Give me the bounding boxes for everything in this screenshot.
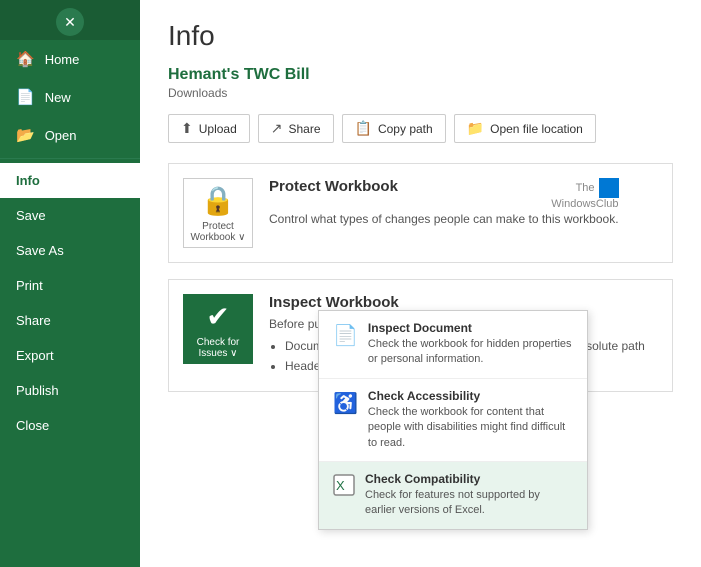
windows-logo — [599, 178, 619, 198]
share-icon: ↗ — [271, 120, 283, 137]
check-compatibility-content: Check Compatibility Check for features n… — [365, 472, 573, 519]
svg-text:X: X — [336, 478, 345, 493]
lock-icon: 🔒 — [201, 184, 236, 217]
sidebar-item-home[interactable]: 🏠 Home — [0, 40, 140, 78]
inspect-doc-icon: 📄 — [333, 323, 358, 348]
page-title: Info — [168, 20, 673, 52]
sidebar-top: ✕ — [0, 0, 140, 40]
protect-workbook-desc: Control what types of changes people can… — [269, 210, 619, 228]
inspect-document-content: Inspect Document Check the workbook for … — [368, 321, 573, 368]
open-icon: 📂 — [16, 126, 35, 144]
watermark: The WindowsClub — [551, 178, 618, 210]
check-issues-dropdown: 📄 Inspect Document Check the workbook fo… — [318, 310, 588, 530]
sidebar-item-publish[interactable]: Publish — [0, 373, 140, 408]
sidebar-item-save[interactable]: Save — [0, 198, 140, 233]
folder-icon: 📁 — [467, 120, 484, 137]
upload-button[interactable]: ⬆ Upload — [168, 114, 250, 143]
action-buttons: ⬆ Upload ↗ Share 📋 Copy path 📁 Open file… — [168, 114, 673, 143]
sidebar-item-open[interactable]: 📂 Open — [0, 116, 140, 154]
sidebar-item-saveas[interactable]: Save As — [0, 233, 140, 268]
inspect-workbook-title: Inspect Workbook — [269, 294, 645, 311]
home-icon: 🏠 — [16, 50, 35, 68]
accessibility-icon: ♿ — [333, 391, 358, 416]
protect-workbook-section: 🔒 ProtectWorkbook ∨ Protect Workbook The… — [168, 163, 673, 263]
protect-workbook-title: Protect Workbook — [269, 178, 398, 195]
protect-workbook-button[interactable]: 🔒 ProtectWorkbook ∨ — [183, 178, 253, 248]
check-compatibility-item[interactable]: X Check Compatibility Check for features… — [319, 462, 587, 529]
sidebar: ✕ 🏠 Home 📄 New 📂 Open Info Save Save As … — [0, 0, 140, 567]
protect-workbook-info: Protect Workbook The WindowsClub Control… — [269, 178, 619, 228]
sidebar-item-export[interactable]: Export — [0, 338, 140, 373]
app-icon: ✕ — [56, 8, 84, 36]
sidebar-item-close[interactable]: Close — [0, 408, 140, 443]
check-accessibility-item[interactable]: ♿ Check Accessibility Check the workbook… — [319, 379, 587, 462]
file-title: Hemant's TWC Bill — [168, 66, 673, 84]
check-for-issues-button[interactable]: ✔ Check forIssues ∨ — [183, 294, 253, 364]
inspect-document-item[interactable]: 📄 Inspect Document Check the workbook fo… — [319, 311, 587, 379]
copy-path-icon: 📋 — [355, 120, 372, 137]
open-file-location-button[interactable]: 📁 Open file location — [454, 114, 596, 143]
check-accessibility-content: Check Accessibility Check the workbook f… — [368, 389, 573, 451]
protect-label: ProtectWorkbook ∨ — [191, 221, 246, 243]
share-button[interactable]: ↗ Share — [258, 114, 334, 143]
file-location: Downloads — [168, 86, 673, 100]
sidebar-item-print[interactable]: Print — [0, 268, 140, 303]
compatibility-icon: X — [333, 474, 355, 502]
sidebar-item-new[interactable]: 📄 New — [0, 78, 140, 116]
divider — [0, 158, 140, 159]
checkmark-icon: ✔ — [206, 300, 229, 333]
upload-icon: ⬆ — [181, 120, 193, 137]
check-issues-label: Check forIssues ∨ — [197, 337, 240, 359]
new-icon: 📄 — [16, 88, 35, 106]
sidebar-item-info[interactable]: Info — [0, 163, 140, 198]
main-wrapper: Info Hemant's TWC Bill Downloads ⬆ Uploa… — [140, 0, 701, 567]
sidebar-item-share[interactable]: Share — [0, 303, 140, 338]
copy-path-button[interactable]: 📋 Copy path — [342, 114, 446, 143]
